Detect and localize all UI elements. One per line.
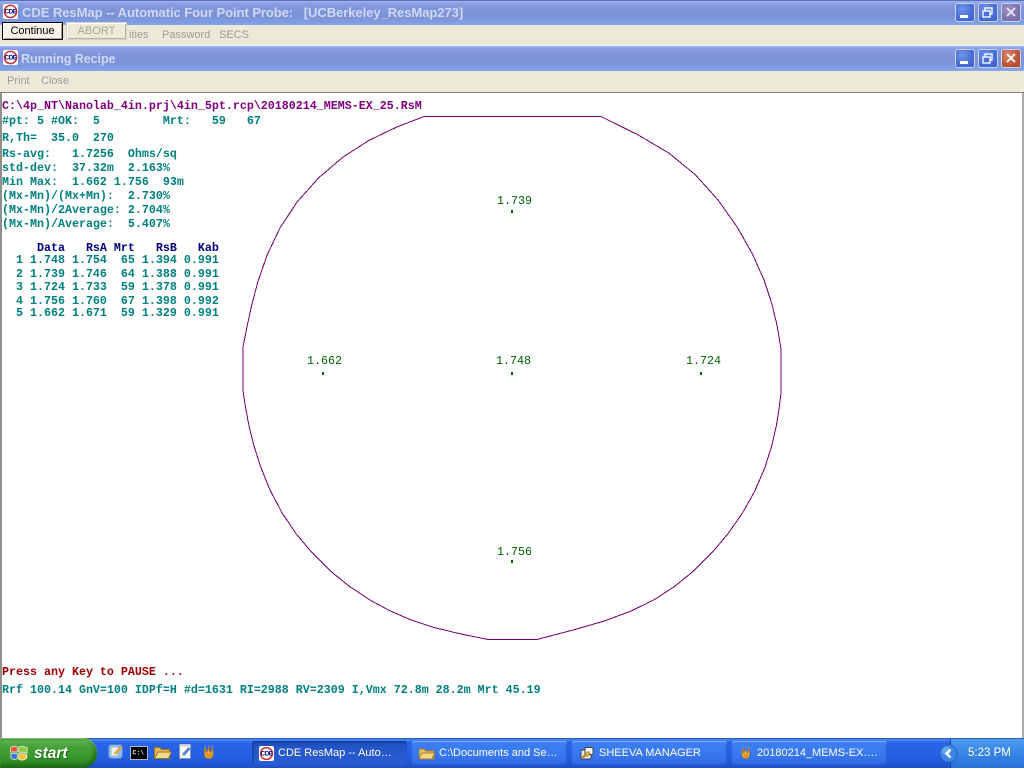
svg-text:CDE: CDE	[261, 750, 273, 757]
svg-text:C:\: C:\	[133, 750, 145, 757]
